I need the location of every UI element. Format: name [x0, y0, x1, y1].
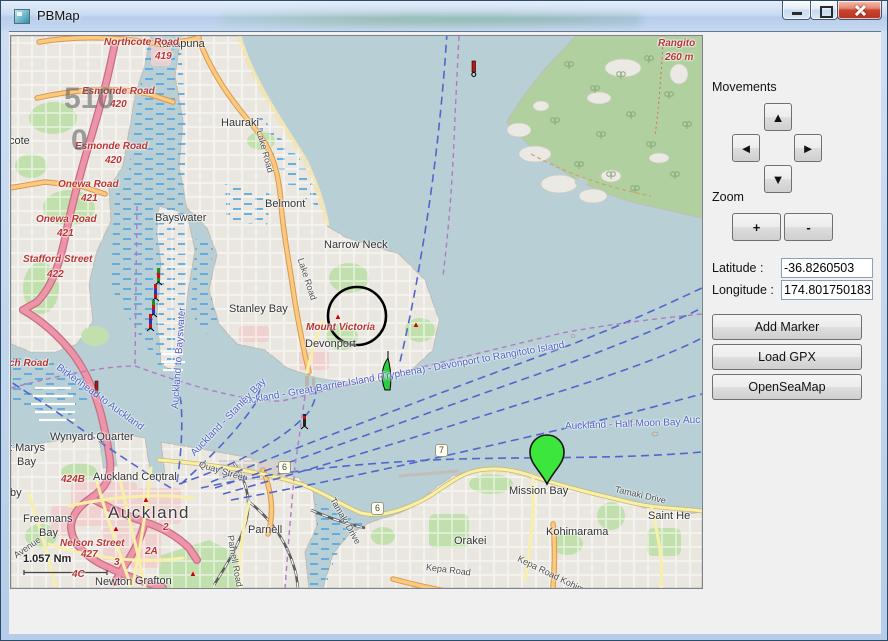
- road-map-label: 260 m: [665, 53, 693, 63]
- zoom-label: Zoom: [712, 190, 744, 204]
- road-map-label: Mount Victoria: [306, 323, 375, 333]
- road-map-label: Onewa Road: [36, 215, 97, 225]
- place-map-label: Stanley Bay: [229, 304, 288, 315]
- place-map-label: Bay: [39, 528, 58, 539]
- latitude-input[interactable]: [781, 258, 873, 278]
- road-map-label: Northcote Road: [104, 38, 179, 48]
- shield-map-label: 7: [435, 444, 448, 457]
- road-map-label: 419: [155, 52, 172, 62]
- peak-map-label: ▲: [334, 313, 342, 321]
- road-map-label: 420: [105, 156, 122, 166]
- maximize-button[interactable]: [810, 1, 838, 20]
- road-map-label: Rangito: [658, 39, 695, 49]
- minimize-icon: [792, 12, 802, 15]
- place-map-label: Kohimarama: [546, 527, 608, 538]
- shield-map-label: 6: [371, 502, 384, 515]
- road-map-label: Onewa Road: [58, 180, 119, 190]
- app-window: PBMap: [0, 0, 888, 641]
- add-marker-button[interactable]: Add Marker: [712, 314, 862, 340]
- minimize-button[interactable]: [782, 1, 811, 20]
- app-icon: [14, 9, 30, 24]
- road-map-label: Stafford Street: [23, 255, 92, 265]
- place-map-label: t Marys: [10, 443, 45, 454]
- place-map-label: cote: [10, 136, 30, 147]
- place-map-label: Narrow Neck: [324, 240, 388, 251]
- place-map-label: Belmont: [265, 199, 305, 210]
- road-map-label: 424B: [61, 475, 85, 485]
- watermark-map-label: 510: [64, 84, 114, 114]
- longitude-label: Longitude :: [712, 283, 774, 297]
- move-right-button[interactable]: ►: [794, 134, 822, 162]
- client-area: TakapunaHaurakiBelmontNarrow NeckBayswat…: [9, 31, 881, 634]
- peak-map-label: ▲: [112, 525, 120, 533]
- load-gpx-button[interactable]: Load GPX: [712, 344, 862, 370]
- ferry-map-label: Auc: [683, 416, 700, 426]
- place-map-label: Freemans: [23, 514, 73, 525]
- road-map-label: 4C: [72, 570, 85, 580]
- place-map-label: Newton: [95, 577, 132, 588]
- titlebar-glass-reflection: [221, 11, 641, 29]
- peak-map-label: ▲: [412, 321, 420, 329]
- movements-label: Movements: [712, 80, 777, 94]
- place-lg-map-label: Auckland: [108, 504, 190, 521]
- move-up-button[interactable]: ▲: [764, 103, 792, 131]
- place-map-label: Grafton: [135, 576, 172, 587]
- place-map-label: Devonport: [305, 339, 356, 350]
- title-bar[interactable]: PBMap: [1, 1, 887, 31]
- move-left-button[interactable]: ◄: [732, 134, 760, 162]
- peak-map-label: ▲: [142, 496, 150, 504]
- watermark-map-label: 0: [71, 126, 88, 156]
- peak-map-label: ▲: [189, 570, 197, 578]
- place-map-label: Bay: [17, 457, 36, 468]
- place-map-label: Mission Bay: [509, 486, 568, 497]
- road-map-label: 3: [114, 558, 120, 568]
- place-map-label: Saint He: [648, 511, 690, 522]
- place-map-label: by: [10, 488, 22, 499]
- road-map-label: 422: [47, 270, 64, 280]
- place-map-label: Wynyard Quarter: [50, 432, 134, 443]
- place-map-label: Bayswater: [155, 213, 206, 224]
- place-map-label: Auckland Central: [93, 472, 177, 483]
- zoom-in-button[interactable]: +: [732, 213, 781, 241]
- road-map-label: 2A: [145, 547, 158, 557]
- close-button[interactable]: [837, 1, 882, 20]
- road-map-label: 421: [57, 229, 74, 239]
- move-down-button[interactable]: ▼: [764, 165, 792, 193]
- place-map-label: Parnell: [248, 525, 282, 536]
- place-map-label: Hauraki: [221, 118, 259, 129]
- zoom-out-button[interactable]: -: [784, 213, 833, 241]
- place-map-label: Orakei: [454, 536, 486, 547]
- latitude-label: Latitude :: [712, 261, 763, 275]
- road-map-label: 427: [81, 550, 98, 560]
- road-map-label: 421: [81, 194, 98, 204]
- window-title: PBMap: [37, 8, 80, 23]
- scale-map-label: 1.057 Nm: [23, 554, 71, 565]
- longitude-input[interactable]: [781, 280, 873, 300]
- road-map-label: 2: [163, 523, 169, 533]
- shield-map-label: 6: [278, 461, 291, 474]
- maximize-icon: [820, 6, 833, 18]
- map-canvas[interactable]: TakapunaHaurakiBelmontNarrow NeckBayswat…: [10, 35, 703, 589]
- openseamap-button[interactable]: OpenSeaMap: [712, 374, 862, 400]
- road-map-label: Nelson Street: [60, 539, 124, 549]
- road-map-label: ch Road: [10, 359, 48, 369]
